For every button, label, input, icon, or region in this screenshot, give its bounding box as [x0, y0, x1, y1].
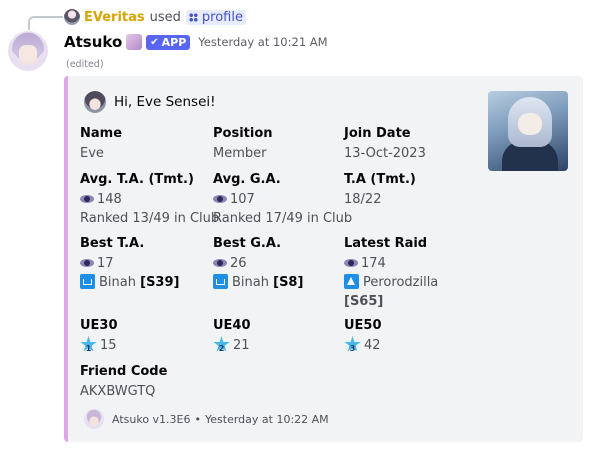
footer-separator: •	[194, 412, 202, 426]
field-avg-ga: Avg. G.A. 107 Ranked 17/49 in Club	[213, 170, 352, 228]
field-ue40: UE40 2 21	[213, 316, 251, 355]
field-position: Position Member	[213, 124, 273, 163]
field-value: 42	[364, 338, 381, 353]
eye-icon	[213, 258, 227, 268]
field-name: Name Eve	[80, 124, 122, 163]
field-value: 21	[233, 338, 250, 353]
season-tag: [S39]	[140, 275, 180, 290]
field-best-ga: Best G.A. 26 Binah [S8]	[213, 234, 303, 292]
field-ue50: UE50 3 42	[344, 316, 382, 355]
eye-icon	[80, 258, 94, 268]
field-value: 26	[230, 256, 247, 271]
verified-check-icon: ✔	[150, 36, 159, 48]
field-label: UE50	[344, 318, 382, 333]
binah-raid-icon	[213, 274, 228, 289]
bot-role-icon	[126, 34, 143, 50]
boss-name: Perorodzilla	[363, 275, 439, 290]
field-label: UE40	[213, 318, 251, 333]
field-value: 13-Oct-2023	[344, 146, 426, 161]
field-label: Join Date	[344, 126, 411, 141]
field-label: Best T.A.	[80, 236, 145, 251]
field-latest-raid: Latest Raid 174 Perorodzilla [S65]	[344, 234, 438, 311]
field-friend-code: Friend Code AKXBWGTQ	[80, 362, 167, 401]
invoker-avatar[interactable]	[64, 9, 80, 25]
field-ta-tmt: T.A (Tmt.) 18/22	[344, 170, 416, 209]
field-label: Avg. G.A.	[213, 172, 281, 187]
field-label: Name	[80, 126, 123, 141]
embed-author: Hi, Eve Sensei!	[84, 91, 216, 113]
command-name: profile	[201, 9, 243, 25]
field-value: Member	[213, 146, 267, 161]
field-value: 148	[97, 192, 122, 207]
used-text: used	[149, 9, 181, 25]
boss-name: Binah	[232, 275, 269, 290]
command-reply-header: EVeritas used profile	[64, 8, 246, 26]
bot-username[interactable]: Atsuko	[64, 33, 122, 51]
reply-spine	[28, 16, 63, 30]
star-1-icon: 1	[80, 336, 97, 353]
field-rank: Ranked 13/49 in Club	[80, 211, 220, 226]
perorodzilla-raid-icon	[344, 274, 359, 289]
field-value: 174	[361, 256, 386, 271]
field-label: Friend Code	[80, 364, 168, 379]
message-timestamp[interactable]: Yesterday at 10:21 AM	[198, 35, 327, 49]
message-header: Atsuko ✔ APP Yesterday at 10:21 AM	[64, 32, 328, 52]
app-badge-label: APP	[161, 35, 187, 49]
star-2-icon: 2	[213, 336, 230, 353]
embed-author-icon	[84, 91, 106, 113]
slash-command-chip[interactable]: profile	[185, 9, 246, 25]
embed-thumbnail[interactable]	[488, 91, 568, 171]
eye-icon	[344, 258, 358, 268]
footer-text: Atsuko v1.3E6	[112, 412, 191, 426]
app-badge: ✔ APP	[146, 34, 191, 50]
field-value: 17	[97, 256, 114, 271]
field-best-ta: Best T.A. 17 Binah [S39]	[80, 234, 179, 292]
eye-icon	[213, 194, 227, 204]
field-label: Best G.A.	[213, 236, 282, 251]
field-avg-ta: Avg. T.A. (Tmt.) 148 Ranked 13/49 in Clu…	[80, 170, 219, 228]
season-tag: [S65]	[344, 294, 384, 309]
field-label: Position	[213, 126, 273, 141]
bot-avatar[interactable]	[8, 31, 48, 71]
embed-author-name: Hi, Eve Sensei!	[114, 94, 216, 110]
edited-label: (edited)	[66, 59, 104, 70]
field-value: 15	[100, 338, 117, 353]
field-label: Avg. T.A. (Tmt.)	[80, 172, 194, 187]
field-label: UE30	[80, 318, 118, 333]
field-label: Latest Raid	[344, 236, 428, 251]
field-ue30: UE30 1 15	[80, 316, 118, 355]
footer-icon	[84, 409, 104, 429]
season-tag: [S8]	[273, 275, 304, 290]
field-value: Eve	[80, 146, 104, 161]
embed-footer: Atsuko v1.3E6 • Yesterday at 10:22 AM	[84, 409, 329, 429]
binah-raid-icon	[80, 274, 95, 289]
field-value: 18/22	[344, 192, 382, 207]
field-label: T.A (Tmt.)	[344, 172, 416, 187]
field-value: AKXBWGTQ	[80, 384, 156, 399]
boss-name: Binah	[99, 275, 136, 290]
field-rank: Ranked 17/49 in Club	[213, 211, 353, 226]
invoker-username[interactable]: EVeritas	[84, 10, 145, 25]
eye-icon	[80, 194, 94, 204]
field-value: 107	[230, 192, 255, 207]
app-command-icon	[188, 12, 198, 22]
profile-embed: Hi, Eve Sensei! Name Eve Position Member…	[64, 76, 583, 442]
star-3-icon: 3	[344, 336, 361, 353]
footer-timestamp: Yesterday at 10:22 AM	[205, 412, 329, 426]
field-join-date: Join Date 13-Oct-2023	[344, 124, 426, 163]
